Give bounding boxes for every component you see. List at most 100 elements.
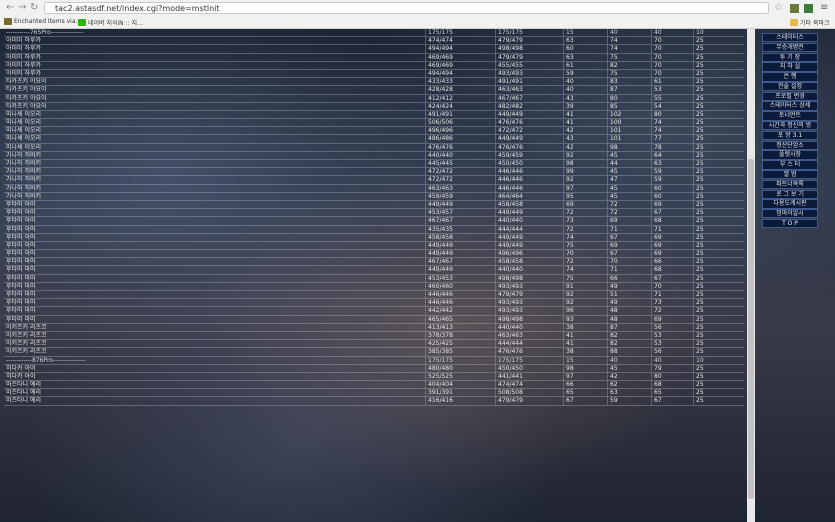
row-stat-cell: 63 bbox=[564, 37, 608, 45]
row-stat-cell: 25 bbox=[696, 217, 704, 225]
bookmark-naver[interactable]: 네이버 지식iN :: 지... bbox=[78, 18, 143, 27]
row-stat-cell: 440/440 bbox=[496, 323, 564, 331]
row-stat-cell: 55 bbox=[652, 94, 694, 102]
row-stat-cell: 25 bbox=[696, 258, 704, 266]
row-stat-cell: 10 bbox=[696, 29, 704, 36]
row-stat-cell: 493/493 bbox=[496, 69, 564, 78]
row-name-cell: 후타미 마미 bbox=[4, 266, 426, 274]
row-stat-cell: 449/449 bbox=[496, 135, 564, 143]
row-stat-cell: 53 bbox=[652, 340, 694, 348]
table-row: 아키즈키 리츠코 385/385 476/476 38 88 56 25 bbox=[4, 348, 744, 357]
table-row: 후타미 아미 453/457 449/449 72 72 67 25 bbox=[4, 209, 744, 218]
row-stat-cell: 49 bbox=[608, 282, 652, 290]
row-stat-cell: 25 bbox=[696, 307, 704, 315]
row-stat-cell: 449/449 bbox=[426, 241, 496, 250]
side-menu: 스테이터스 무승개병전 투 기 장지 하 실은 행 전술 설정 프로필 변경 스테이터스 … bbox=[762, 33, 818, 229]
extension-icon[interactable] bbox=[790, 4, 799, 13]
menu-button[interactable]: 부 스 터 bbox=[762, 160, 818, 170]
row-stat-cell: 378/378 bbox=[426, 331, 496, 340]
row-name-cell: 아미미 하루카 bbox=[4, 37, 426, 45]
row-stat-cell: 67 bbox=[652, 274, 694, 282]
row-stat-cell: 10 bbox=[696, 356, 704, 364]
menu-button[interactable]: 전술 설정 bbox=[762, 81, 818, 92]
menu-button[interactable]: 앨 범 bbox=[762, 169, 818, 180]
row-stat-cell: 463/463 bbox=[426, 184, 496, 192]
row-stat-cell: 463/463 bbox=[496, 331, 564, 340]
menu-button[interactable]: 은 행 bbox=[762, 72, 818, 82]
menu-button[interactable]: 지 하 실 bbox=[762, 62, 818, 72]
row-stat-cell: 96 bbox=[564, 307, 608, 315]
row-stat-cell: 80 bbox=[652, 110, 694, 119]
forward-icon[interactable]: → bbox=[18, 2, 26, 13]
row-stat-cell: 67 bbox=[652, 397, 694, 405]
row-stat-cell: 449/449 bbox=[496, 110, 564, 119]
menu-button[interactable]: 플렛시장 bbox=[762, 150, 818, 160]
row-stat-cell: 506/506 bbox=[426, 119, 496, 127]
row-stat-cell: 92 bbox=[564, 291, 608, 299]
scrollbar[interactable] bbox=[747, 29, 755, 522]
menu-button[interactable]: 투 기 장 bbox=[762, 52, 818, 62]
table-row: 히다카 아이 480/480 450/450 98 45 79 25 bbox=[4, 364, 744, 373]
row-stat-cell: 25 bbox=[696, 143, 704, 151]
row-name-cell: 아미미 하루카 bbox=[4, 53, 426, 61]
row-name-cell: 히다카 아이 bbox=[4, 372, 426, 381]
row-stat-cell: 453/453 bbox=[426, 274, 496, 282]
menu-button[interactable]: 다용도게시판 bbox=[762, 199, 818, 209]
row-stat-cell: 425/425 bbox=[426, 340, 496, 348]
row-stat-cell: 60 bbox=[564, 45, 608, 53]
table-row: 아미미 하루카 469/469 455/455 61 82 70 25 bbox=[4, 61, 744, 70]
menu-button[interactable]: 로 그 보 기 bbox=[762, 189, 818, 199]
row-stat-cell: 40 bbox=[608, 356, 652, 364]
row-name-cell: 타카츠키 야요이 bbox=[4, 86, 426, 94]
row-name-cell: 아키즈키 리츠코 bbox=[4, 323, 426, 331]
row-stat-cell: 15 bbox=[564, 29, 608, 37]
extension-icon-2[interactable] bbox=[804, 4, 813, 13]
table-row: 후타미 아미 467/467 440/440 73 69 68 25 bbox=[4, 217, 744, 226]
row-name-cell: 미나세 이오리 bbox=[4, 127, 426, 135]
row-stat-cell: 87 bbox=[608, 323, 652, 331]
row-stat-cell: 25 bbox=[696, 209, 704, 217]
row-stat-cell: 446/446 bbox=[496, 168, 564, 176]
folder-icon bbox=[790, 19, 798, 26]
reload-icon[interactable]: ↻ bbox=[30, 2, 38, 13]
other-bookmarks[interactable]: 기타 북마크 bbox=[790, 18, 830, 27]
scrollbar-thumb[interactable] bbox=[748, 159, 754, 499]
bookmark-enchanted[interactable]: Enchanted Items via... bbox=[4, 18, 81, 25]
menu-button[interactable]: 무승개병전 bbox=[762, 42, 818, 53]
row-stat-cell: 66 bbox=[652, 258, 694, 266]
menu-button[interactable]: 포 방 3.1 bbox=[762, 130, 818, 141]
row-stat-cell: 446/446 bbox=[496, 184, 564, 192]
row-stat-cell: 101 bbox=[608, 135, 652, 143]
address-bar[interactable]: tac2.astasdf.net/index.cgi?mode=mstlnit bbox=[44, 2, 769, 14]
row-stat-cell: 416/416 bbox=[426, 397, 496, 405]
row-stat-cell: 91 bbox=[564, 282, 608, 290]
row-stat-cell: 496/496 bbox=[426, 127, 496, 135]
row-stat-cell: 72 bbox=[608, 200, 652, 209]
row-stat-cell: 40 bbox=[652, 29, 694, 37]
star-icon[interactable]: ☆ bbox=[774, 2, 783, 13]
row-stat-cell: 465/465 bbox=[426, 315, 496, 323]
menu-button[interactable]: 토너먼트 bbox=[762, 111, 818, 121]
row-stat-cell: 82 bbox=[608, 61, 652, 69]
menu-button[interactable]: 밈마이알시 bbox=[762, 209, 818, 219]
row-stat-cell: 68 bbox=[652, 266, 694, 274]
back-icon[interactable]: ← bbox=[6, 2, 14, 13]
row-stat-cell: 474/474 bbox=[496, 381, 564, 389]
menu-button[interactable]: T O P bbox=[762, 218, 818, 229]
row-stat-cell: 25 bbox=[696, 225, 704, 233]
row-stat-cell: 449/449 bbox=[426, 266, 496, 274]
row-stat-cell: 43 bbox=[564, 135, 608, 143]
menu-button[interactable]: 파트너목록 bbox=[762, 179, 818, 190]
menu-button[interactable]: 스테이터스 bbox=[762, 33, 818, 43]
menu-button[interactable]: 정산단암소 bbox=[762, 140, 818, 150]
menu-icon[interactable]: ≡ bbox=[820, 2, 828, 13]
row-stat-cell: 25 bbox=[696, 233, 704, 241]
row-stat-cell: 482/482 bbox=[496, 102, 564, 110]
menu-button[interactable]: 스테이터스 상세 bbox=[762, 101, 818, 111]
row-stat-cell: 467/467 bbox=[426, 258, 496, 266]
table-row: 후타미 마미 465/465 498/498 93 48 69 25 bbox=[4, 315, 744, 324]
menu-button[interactable]: 시간과 정신의 방 bbox=[762, 121, 818, 131]
menu-button[interactable]: 프로필 변경 bbox=[762, 91, 818, 102]
row-stat-cell: 413/413 bbox=[426, 323, 496, 331]
row-stat-cell: 440/440 bbox=[426, 151, 496, 159]
